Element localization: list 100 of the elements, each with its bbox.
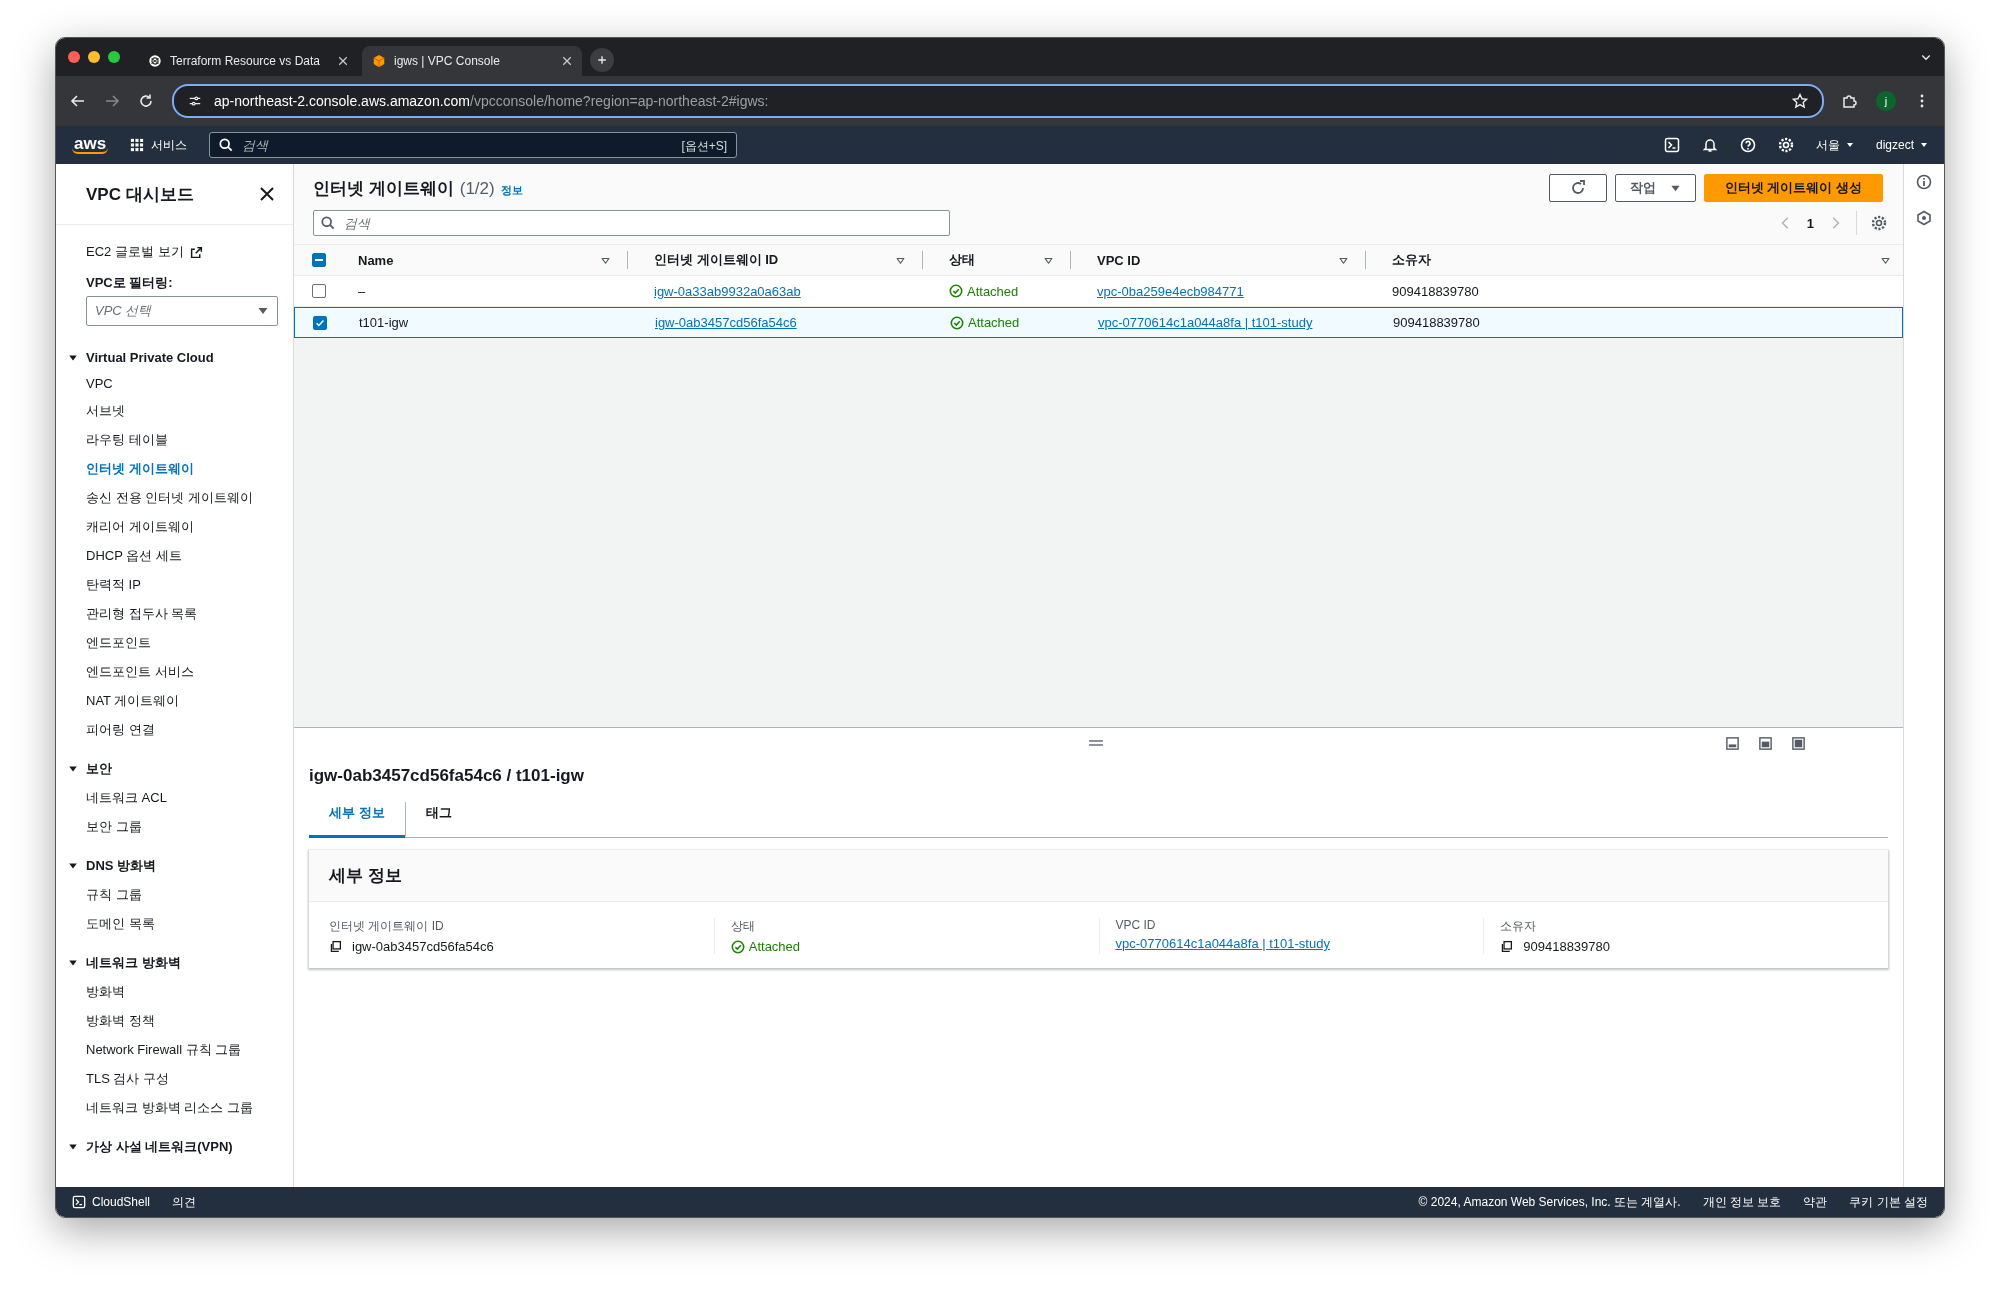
cloudshell-button[interactable]: CloudShell [72,1195,151,1209]
shortcut-hint: [옵션+S] [681,138,728,155]
link[interactable]: vpc-0770614c1a044a8fa | t101-study [1098,315,1313,330]
caret-icon [1845,141,1854,149]
refresh-icon [1569,180,1586,196]
sidebar-item[interactable]: 엔드포인트 [56,628,293,657]
sidebar-item[interactable]: 피어링 연결 [56,715,293,744]
sidebar-item[interactable]: 캐리어 게이트웨이 [56,512,293,541]
check-circle-icon [950,315,964,330]
reload-icon[interactable] [138,93,154,109]
table-row[interactable]: t101-igw igw-0ab3457cd56fa54c6 Attached vpc-0770614c1a044a8fa | t101-study 909418839780 [294,307,1903,338]
footer-link[interactable]: 쿠키 기본 설정 [1849,1193,1928,1211]
refresh-button[interactable] [1548,174,1607,202]
sidebar-item[interactable]: Network Firewall 규칙 그룹 [56,1035,293,1064]
create-button[interactable]: 인터넷 게이트웨이 생성 [1703,174,1883,202]
footer-link[interactable]: 개인 정보 보호 [1702,1193,1782,1211]
sidebar-item[interactable]: 방화벽 정책 [56,1006,293,1035]
panel-half-icon[interactable] [1758,735,1773,751]
hexagon-icon[interactable] [1916,210,1932,226]
select-all-checkbox[interactable] [312,253,326,267]
link[interactable]: vpc-0770614c1a044a8fa | t101-study [1115,936,1330,951]
footer-link[interactable]: 약관 [1803,1193,1828,1211]
new-tab-button[interactable] [590,48,614,72]
tab[interactable]: 태그 [404,802,472,838]
browser-tab[interactable]: Terraform Resource vs Data [138,46,358,76]
table-cell: – [358,283,366,299]
sidebar-item[interactable]: NAT 게이트웨이 [56,686,293,715]
sidebar-item[interactable]: 서브넷 [56,396,293,425]
sidebar-link[interactable]: EC2 글로벌 보기 [56,239,293,265]
sidebar-item[interactable]: VPC [56,370,293,396]
services-menu[interactable]: 서비스 [130,136,188,154]
sidebar-item[interactable]: 네트워크 방화벽 리소스 그룹 [56,1093,293,1122]
window-controls[interactable] [68,51,120,63]
field-value: 909418839780 [1523,939,1610,954]
row-checkbox[interactable] [313,315,327,330]
field-label: 소유자 [1500,918,1538,935]
detail-title: igw-0ab3457cd56fa54c6 / t101-igw [309,765,585,787]
caret-icon [1920,141,1928,149]
help-icon[interactable] [1739,137,1756,153]
copy-icon[interactable] [1500,940,1514,953]
settings-icon[interactable] [1871,215,1887,231]
forward-icon[interactable] [104,93,120,109]
browser-tab[interactable]: igws | VPC Console [362,46,582,76]
close-icon[interactable] [259,186,275,202]
vpc-select[interactable]: VPC 선택 [86,296,278,326]
plus-icon [596,54,608,66]
column-header[interactable]: VPC ID [1097,252,1141,268]
search-field[interactable]: 검색 [313,210,950,236]
sidebar-item[interactable]: 엔드포인트 서비스 [56,657,293,686]
knot-icon [148,54,162,68]
sidebar-item[interactable]: 도메인 목록 [56,909,293,938]
back-icon[interactable] [70,93,86,109]
bell-icon[interactable] [1701,137,1718,153]
address-bar[interactable]: ap-northeast-2.console.aws.amazon.com/vpcconsole/home?region=ap-northeast-2#igws: [172,84,1824,118]
star-icon[interactable] [1792,93,1808,109]
profile-avatar[interactable]: j [1876,91,1896,111]
column-header[interactable]: Name [358,252,394,268]
terminal-icon[interactable] [1663,137,1680,153]
sidebar-item[interactable]: 네트워크 ACL [56,783,293,812]
column-header[interactable]: 상태 [949,251,975,269]
column-header[interactable]: 인터넷 게이트웨이 ID [654,251,779,269]
sidebar-item[interactable]: 송신 전용 인터넷 게이트웨이 [56,483,293,512]
section-header[interactable]: DNS 방화벽 [56,841,293,880]
status-label: Attached [730,939,801,954]
sidebar-item[interactable]: 보안 그룹 [56,812,293,841]
section-header[interactable]: 가상 사설 네트워크(VPN) [56,1122,293,1161]
copy-icon[interactable] [329,940,342,953]
region-menu[interactable]: 서울 [1815,136,1854,154]
section-header[interactable]: Virtual Private Cloud [56,334,293,370]
check-circle-icon [949,284,963,298]
sidebar-item[interactable]: 라우팅 테이블 [56,425,293,454]
sidebar-item[interactable]: 인터넷 게이트웨이 [56,454,293,483]
section-header[interactable]: 네트워크 방화벽 [56,938,293,977]
tune-icon[interactable] [188,94,202,108]
account-menu[interactable]: digzect [1875,138,1928,152]
sidebar-item[interactable]: 규칙 그룹 [56,880,293,909]
sidebar-item[interactable]: DHCP 옵션 세트 [56,541,293,570]
copyright-text: © 2024, Amazon Web Services, Inc. 또는 계열사. [1418,1193,1681,1211]
page-number[interactable]: 1 [1806,215,1814,231]
actions-button[interactable]: 작업 [1614,174,1696,202]
link[interactable]: igw-0ab3457cd56fa54c6 [655,315,797,330]
link[interactable]: vpc-0ba259e4ecb984771 [1097,283,1244,299]
sidebar-item[interactable]: 탄력적 IP [56,570,293,599]
filter-label: VPC로 필터링: [85,274,174,292]
section-header[interactable]: 보안 [56,744,293,783]
info-link[interactable]: 정보 [500,182,523,198]
link[interactable]: igw-0a33ab9932a0a63ab [654,283,801,299]
panel-bottom-icon[interactable] [1725,735,1740,751]
aws-logo[interactable]: aws [72,136,109,154]
sidebar-item[interactable]: 관리형 접두사 목록 [56,599,293,628]
puzzle-icon[interactable] [1842,93,1858,109]
info-icon[interactable] [1916,174,1932,190]
tab[interactable]: 세부 정보 [309,796,405,838]
feedback-link[interactable]: 의견 [172,1193,197,1211]
table-row[interactable]: – igw-0a33ab9932a0a63ab Attached vpc-0ba259e4ecb984771 909418839780 [294,276,1903,307]
sidebar-item[interactable]: 방화벽 [56,977,293,1006]
panel-full-icon[interactable] [1791,735,1806,751]
row-checkbox[interactable] [312,284,326,298]
column-header[interactable]: 소유자 [1392,251,1431,269]
sidebar-item[interactable]: TLS 검사 구성 [56,1064,293,1093]
